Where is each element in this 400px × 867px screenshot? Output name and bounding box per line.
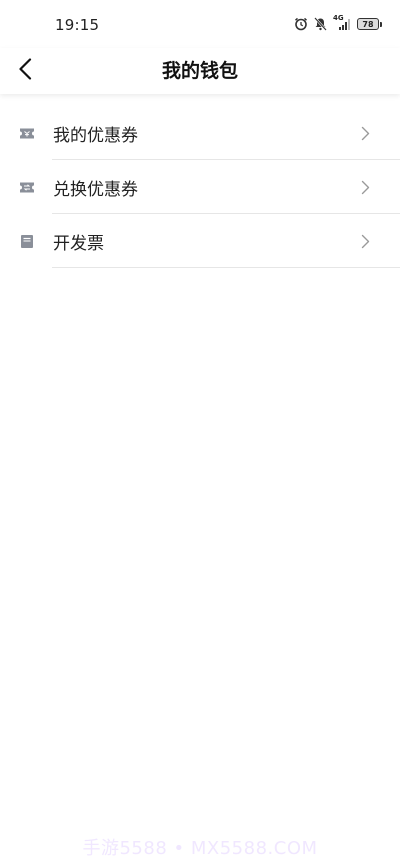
page-title: 我的钱包: [161, 60, 238, 82]
menu-item-redeem-coupon[interactable]: 兑换优惠券: [0, 160, 400, 214]
divider: [52, 267, 400, 268]
menu-item-label: 我的优惠券: [53, 125, 138, 146]
wallet-menu: 我的优惠券 兑换优惠券 开发票: [0, 106, 400, 268]
menu-item-label: 开发票: [53, 233, 104, 254]
coupon-exchange-icon: [18, 181, 36, 194]
menu-item-invoice[interactable]: 开发票: [0, 214, 400, 268]
mute-bell-icon: [314, 17, 327, 31]
watermark: 手游5588 • MX5588.COM: [82, 838, 318, 859]
coupon-icon: [18, 127, 36, 140]
menu-item-label: 兑换优惠券: [53, 179, 138, 200]
chevron-right-icon: [361, 234, 370, 249]
battery-icon: 78: [357, 18, 382, 30]
status-time: 19:15: [55, 16, 100, 34]
signal-icon: 4G: [333, 14, 351, 31]
invoice-icon: [18, 234, 36, 249]
battery-level: 78: [357, 18, 379, 30]
status-icons: 4G 78: [294, 14, 382, 33]
menu-item-my-coupons[interactable]: 我的优惠券: [0, 106, 400, 160]
status-bar: 19:15 4G 78: [0, 0, 400, 48]
nav-bar: 我的钱包: [0, 48, 400, 94]
alarm-icon: [294, 17, 308, 31]
chevron-right-icon: [361, 180, 370, 195]
chevron-right-icon: [361, 126, 370, 141]
